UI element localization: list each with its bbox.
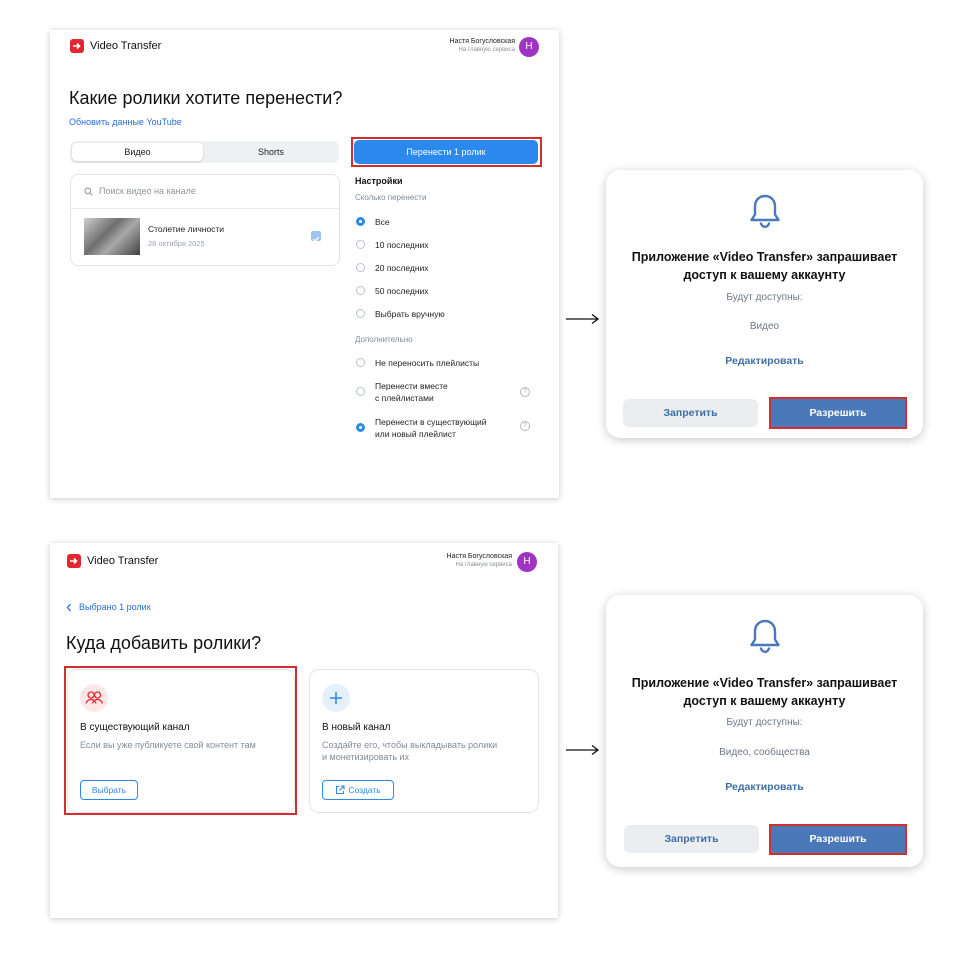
radio-no-playlists-label: Не переносить плейлисты: [375, 358, 480, 368]
page-title: Куда добавить ролики?: [66, 633, 262, 653]
highlight-frame: [769, 824, 907, 855]
search-icon: [84, 187, 93, 196]
bell-icon: [750, 619, 780, 654]
avatar[interactable]: Н: [519, 37, 539, 57]
permission-dialog: Приложение «Video Transfer» запрашивает …: [606, 595, 923, 867]
create-button[interactable]: Создать: [322, 780, 394, 800]
radio-last-50-label: 50 последних: [375, 286, 429, 296]
highlight-frame: [64, 666, 297, 815]
dialog-title-line-2: доступ к вашему аккаунту: [683, 694, 846, 708]
radio-last-20[interactable]: [356, 263, 365, 272]
radio-with-playlists-label-2: с плейлистами: [375, 393, 434, 403]
tab-video[interactable]: Видео: [72, 143, 203, 161]
arrow-right-icon: [566, 744, 600, 756]
video-thumbnail: [84, 218, 140, 255]
refresh-youtube-link[interactable]: Обновить данные YouTube: [69, 117, 182, 127]
back-link[interactable]: Выбрано 1 ролик: [79, 602, 151, 612]
chevron-left-icon[interactable]: [66, 603, 72, 612]
available-label: Будут доступны:: [726, 717, 803, 728]
dialog-title-line-1: Приложение «Video Transfer» запрашивает: [631, 676, 898, 690]
app-name: Video Transfer: [87, 555, 159, 567]
video-title: Столетие личности: [148, 224, 225, 234]
how-many-label: Сколько перенести: [355, 193, 427, 202]
settings-heading: Настройки: [355, 176, 403, 186]
radio-last-10[interactable]: [356, 240, 365, 249]
radio-with-playlists[interactable]: [356, 387, 365, 396]
logo-icon: [70, 39, 84, 53]
arrow-right-icon: [566, 313, 600, 325]
video-list-card: Поиск видео на канале Столетие личности …: [70, 174, 340, 266]
help-icon[interactable]: ?: [520, 387, 530, 397]
home-link[interactable]: На главную сервиса: [459, 47, 515, 53]
new-channel-desc-2: и монетизировать их: [322, 752, 410, 762]
available-value: Видео, сообщества: [719, 747, 810, 758]
radio-last-10-label: 10 последних: [375, 240, 429, 250]
avatar[interactable]: Н: [517, 552, 537, 572]
logo-icon: [67, 554, 81, 568]
new-channel-desc-1: Создайте его, чтобы выкладывать ролики: [322, 740, 498, 750]
radio-no-playlists[interactable]: [356, 358, 365, 367]
new-channel-card[interactable]: В новый канал Создайте его, чтобы выклад…: [309, 669, 539, 813]
user-name[interactable]: Настя Богусловская: [447, 553, 512, 560]
radio-existing-playlist[interactable]: [356, 423, 365, 432]
tab-shorts[interactable]: Shorts: [205, 143, 337, 161]
divider: [71, 208, 339, 209]
checkbox-checked-icon[interactable]: [311, 231, 321, 243]
user-name[interactable]: Настя Богусловская: [450, 38, 515, 45]
radio-with-playlists-label-1: Перенести вместе: [375, 381, 448, 391]
home-link[interactable]: На главную сервиса: [456, 562, 512, 568]
highlight-frame: [351, 137, 542, 167]
radio-all[interactable]: [356, 217, 365, 226]
plus-icon: [322, 684, 350, 712]
create-button-label: Создать: [348, 785, 381, 795]
external-link-icon: [336, 785, 345, 795]
available-label: Будут доступны:: [726, 292, 803, 303]
bell-icon: [750, 194, 780, 229]
available-value: Видео: [749, 321, 780, 332]
dialog-title-line-2: доступ к вашему аккаунту: [683, 268, 846, 282]
radio-existing-playlist-label-1: Перенести в существующий: [375, 417, 487, 427]
permission-dialog: Приложение «Video Transfer» запрашивает …: [606, 170, 923, 438]
dialog-title-line-1: Приложение «Video Transfer» запрашивает: [631, 250, 898, 264]
radio-last-50[interactable]: [356, 286, 365, 295]
video-date: 28 октября 2025: [148, 239, 205, 248]
highlight-frame: [769, 397, 907, 429]
deny-button[interactable]: Запретить: [624, 825, 759, 853]
app-name: Video Transfer: [90, 40, 162, 52]
radio-manual-label: Выбрать вручную: [375, 309, 445, 319]
tab-switcher: Видео Shorts: [70, 141, 339, 163]
search-input[interactable]: Поиск видео на канале: [99, 186, 196, 196]
radio-last-20-label: 20 последних: [375, 263, 429, 273]
radio-manual[interactable]: [356, 309, 365, 318]
new-channel-title: В новый канал: [322, 722, 391, 733]
radio-all-label: Все: [375, 217, 390, 227]
page-title: Какие ролики хотите перенести?: [69, 88, 343, 108]
edit-link[interactable]: Редактировать: [606, 781, 923, 793]
channel-select-panel: Video Transfer Настя Богусловская На гла…: [50, 543, 558, 918]
radio-existing-playlist-label-2: или новый плейлист: [375, 429, 456, 439]
extra-label: Дополнительно: [355, 335, 413, 344]
help-icon[interactable]: ?: [520, 421, 530, 431]
deny-button[interactable]: Запретить: [623, 399, 758, 427]
transfer-select-panel: Video Transfer Настя Богусловская На гла…: [50, 30, 559, 498]
edit-link[interactable]: Редактировать: [606, 355, 923, 367]
